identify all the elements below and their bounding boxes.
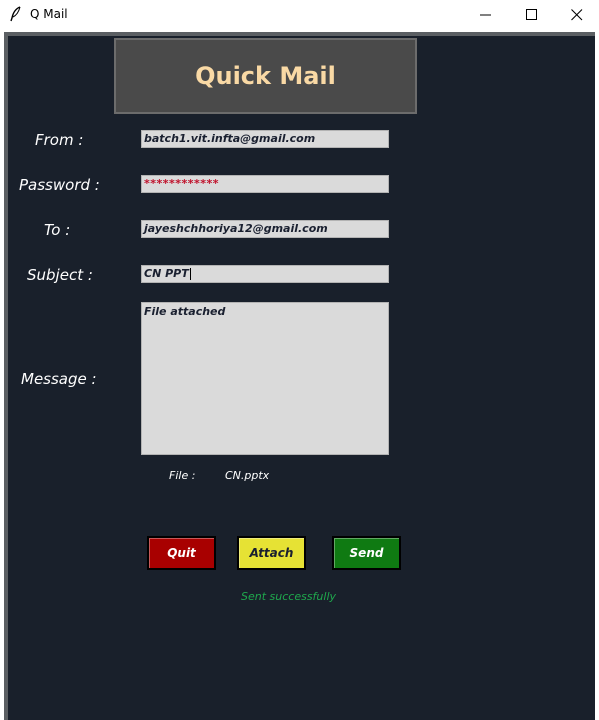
message-label: Message : xyxy=(21,370,97,388)
close-icon xyxy=(571,9,583,21)
from-field[interactable]: batch1.vit.infta@gmail.com xyxy=(141,130,389,148)
from-value: batch1.vit.infta@gmail.com xyxy=(144,132,316,145)
quit-button[interactable]: Quit xyxy=(147,536,216,570)
send-button[interactable]: Send xyxy=(332,536,401,570)
close-button[interactable] xyxy=(554,0,599,30)
attach-button-label: Attach xyxy=(249,546,294,560)
quit-button-label: Quit xyxy=(167,546,196,560)
password-value: ************ xyxy=(144,177,220,190)
minimize-icon xyxy=(480,14,491,16)
attach-button[interactable]: Attach xyxy=(237,536,306,570)
message-value: File attached xyxy=(144,305,226,318)
title-bar: Q Mail xyxy=(0,0,599,30)
from-label: From : xyxy=(35,131,84,149)
to-value: jayeshchhoriya12@gmail.com xyxy=(144,222,328,235)
window-title: Q Mail xyxy=(30,7,68,21)
app-heading: Quick Mail xyxy=(195,62,336,90)
send-button-label: Send xyxy=(349,546,384,560)
maximize-icon xyxy=(526,9,537,20)
password-label: Password : xyxy=(19,176,100,194)
feather-icon xyxy=(10,6,21,22)
subject-label: Subject : xyxy=(27,266,93,284)
to-label: To : xyxy=(44,221,71,239)
header-banner: Quick Mail xyxy=(114,38,417,114)
maximize-button[interactable] xyxy=(509,0,555,30)
file-name: CN.pptx xyxy=(225,469,270,482)
file-label: File : xyxy=(169,469,196,482)
subject-value: CN PPT xyxy=(144,267,189,280)
subject-field[interactable]: CN PPT xyxy=(141,265,389,283)
status-message: Sent successfully xyxy=(241,590,337,603)
to-field[interactable]: jayeshchhoriya12@gmail.com xyxy=(141,220,389,238)
message-field[interactable]: File attached xyxy=(141,302,389,455)
password-field[interactable]: ************ xyxy=(141,175,389,193)
text-cursor xyxy=(189,268,191,280)
minimize-button[interactable] xyxy=(463,0,509,30)
